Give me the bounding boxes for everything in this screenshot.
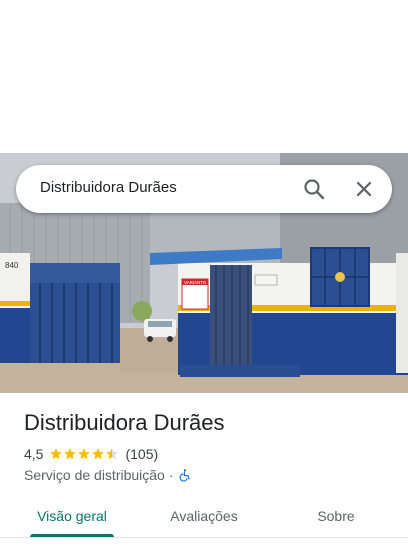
tabs-divider <box>0 537 408 538</box>
star-icon <box>64 448 77 460</box>
tab-overview[interactable]: Visão geral <box>20 494 124 538</box>
search-bar[interactable]: Distribuidora Durães <box>16 165 392 213</box>
star-icon <box>50 448 63 460</box>
rating-row[interactable]: 4,5 (105) <box>24 445 158 463</box>
review-count[interactable]: (105) <box>125 446 158 462</box>
star-icon <box>92 448 105 460</box>
place-title: Distribuidora Durães <box>24 410 225 435</box>
place-tabs: Visão geral Avaliações Sobre <box>0 494 408 538</box>
search-input[interactable]: Distribuidora Durães <box>40 179 177 196</box>
wheelchair-icon <box>179 469 190 482</box>
map-blank-area <box>0 0 408 153</box>
tab-reviews[interactable]: Avaliações <box>150 494 258 538</box>
search-icon[interactable] <box>302 177 326 201</box>
place-category: Serviço de distribuição <box>24 467 165 483</box>
category-row: Serviço de distribuição · <box>24 466 192 484</box>
star-rating <box>49 447 119 461</box>
star-icon <box>78 448 91 460</box>
close-icon[interactable] <box>352 177 376 201</box>
half-star-icon <box>106 448 119 460</box>
rating-value: 4,5 <box>24 446 44 462</box>
separator-dot: · <box>168 467 174 483</box>
tab-about[interactable]: Sobre <box>296 494 376 538</box>
photo-sign-text: VARIANTE <box>184 280 206 285</box>
house-number: 840 <box>5 261 19 270</box>
